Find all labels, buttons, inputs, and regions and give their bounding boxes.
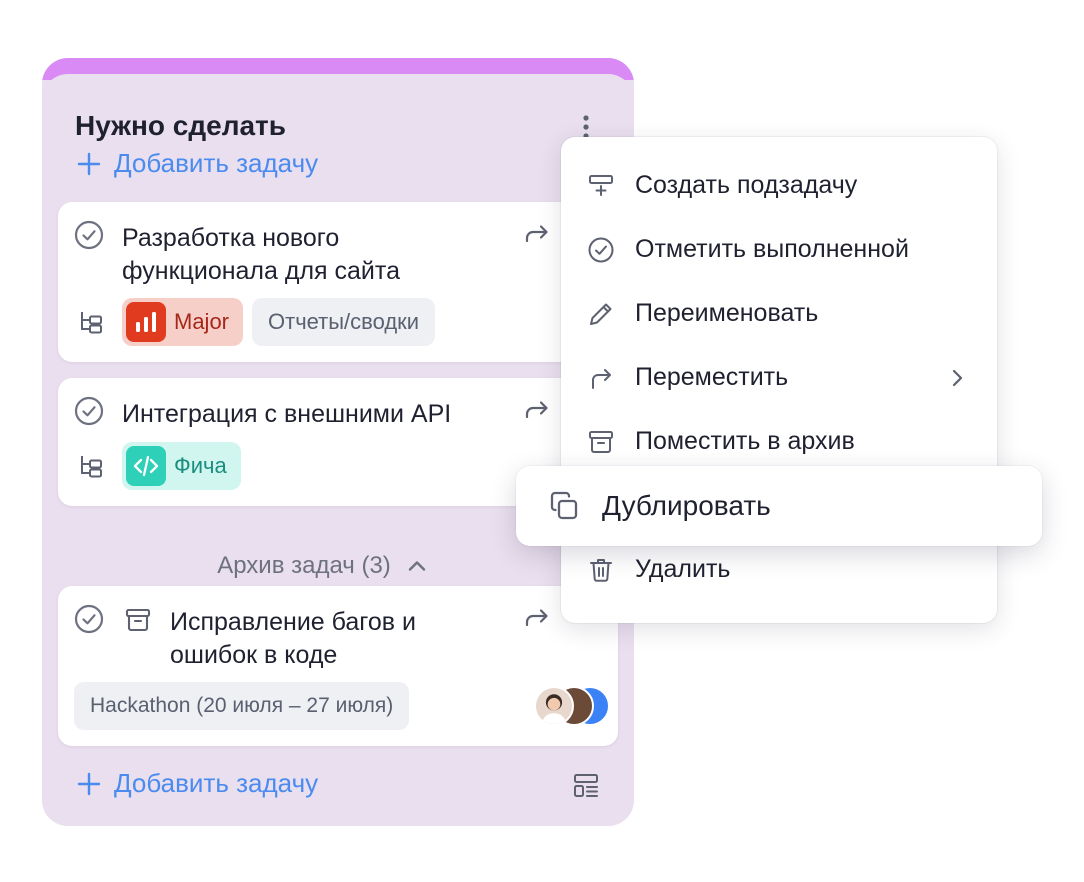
menu-item-duplicate[interactable]: Дублировать <box>516 466 1042 546</box>
code-icon <box>126 446 166 486</box>
sprint-tag-label: Hackathon (20 июля – 27 июля) <box>90 694 394 717</box>
column-body: Нужно сделать Добавить задачу Разработка… <box>42 74 634 826</box>
menu-item-label: Переместить <box>635 363 789 391</box>
menu-item-mark-done[interactable]: Отметить выполненной <box>587 235 909 264</box>
menu-item-rename[interactable]: Переименовать <box>587 299 818 328</box>
menu-item-label: Удалить <box>635 555 731 583</box>
category-tag[interactable]: Отчеты/сводки <box>252 298 436 346</box>
context-menu: Создать подзадачу Отметить выполненной П… <box>561 137 997 623</box>
priority-tag-label: Major <box>174 309 230 334</box>
template-icon[interactable] <box>572 772 600 800</box>
menu-item-label: Поместить в архив <box>635 427 855 455</box>
todo-column: Нужно сделать Добавить задачу Разработка… <box>42 58 634 826</box>
copy-icon <box>550 491 578 520</box>
archive-label: Архив задач (3) <box>217 552 391 579</box>
task-title-line: ошибок в коде <box>170 641 338 669</box>
task-title-line: Разработка нового <box>122 224 340 252</box>
archive-icon <box>589 430 613 453</box>
move-arrow-icon[interactable] <box>524 606 550 630</box>
type-tag[interactable]: Фича <box>122 442 241 490</box>
add-task-button-bottom[interactable]: Добавить задачу <box>76 768 318 799</box>
check-circle-icon[interactable] <box>74 604 104 634</box>
move-arrow-icon[interactable] <box>524 398 550 422</box>
menu-item-label: Дублировать <box>602 490 771 521</box>
type-tag-label: Фича <box>174 453 227 478</box>
task-title: Разработка нового функционала для сайта <box>122 222 400 288</box>
chevron-right-icon <box>952 369 963 387</box>
task-card[interactable]: Разработка нового функционала для сайта <box>58 202 618 362</box>
add-task-label: Добавить задачу <box>114 768 319 798</box>
subtask-icon <box>589 174 613 196</box>
add-task-label: Добавить задачу <box>114 148 319 178</box>
plus-icon <box>77 772 101 795</box>
menu-item-archive[interactable]: Поместить в архив <box>587 427 855 456</box>
check-circle-icon[interactable] <box>74 220 104 250</box>
person-avatar-icon <box>541 694 567 724</box>
menu-item-move[interactable]: Переместить <box>587 363 788 392</box>
move-arrow-icon[interactable] <box>524 222 550 246</box>
menu-item-label: Отметить выполненной <box>635 235 909 263</box>
check-circle-icon[interactable] <box>74 396 104 426</box>
subtask-tree-icon[interactable] <box>78 453 104 479</box>
task-title-line: Исправление багов и <box>170 608 416 636</box>
priority-bars-icon <box>126 302 166 342</box>
chevron-up-icon <box>408 561 425 571</box>
check-circle-icon <box>588 237 614 262</box>
menu-item-create-subtask[interactable]: Создать подзадачу <box>587 171 857 200</box>
pencil-icon <box>590 303 612 325</box>
priority-tag[interactable]: Major <box>122 298 244 346</box>
column-title: Нужно сделать <box>75 110 286 141</box>
archive-icon <box>125 608 151 632</box>
archive-toggle[interactable]: Архив задач (3) <box>42 552 634 580</box>
menu-item-label: Переименовать <box>635 299 819 327</box>
move-arrow-icon <box>592 368 611 389</box>
task-title-line: функционала для сайта <box>122 257 400 285</box>
plus-icon <box>77 152 101 175</box>
category-tag-label: Отчеты/сводки <box>268 309 420 334</box>
add-task-button-top[interactable]: Добавить задачу <box>76 148 318 179</box>
subtask-tree-icon[interactable] <box>78 309 104 335</box>
task-title: Исправление багов и ошибок в коде <box>170 606 416 672</box>
assignee-avatars[interactable] <box>534 686 614 728</box>
avatar[interactable] <box>534 686 574 726</box>
menu-item-delete[interactable]: Удалить <box>587 555 730 584</box>
menu-item-label: Создать подзадачу <box>635 171 858 199</box>
archived-task-card[interactable]: Исправление багов и ошибок в коде Hackat… <box>58 586 618 746</box>
trash-icon <box>590 558 612 582</box>
task-title: Интеграция с внешними API <box>122 400 452 428</box>
sprint-tag[interactable]: Hackathon (20 июля – 27 июля) <box>74 682 410 730</box>
